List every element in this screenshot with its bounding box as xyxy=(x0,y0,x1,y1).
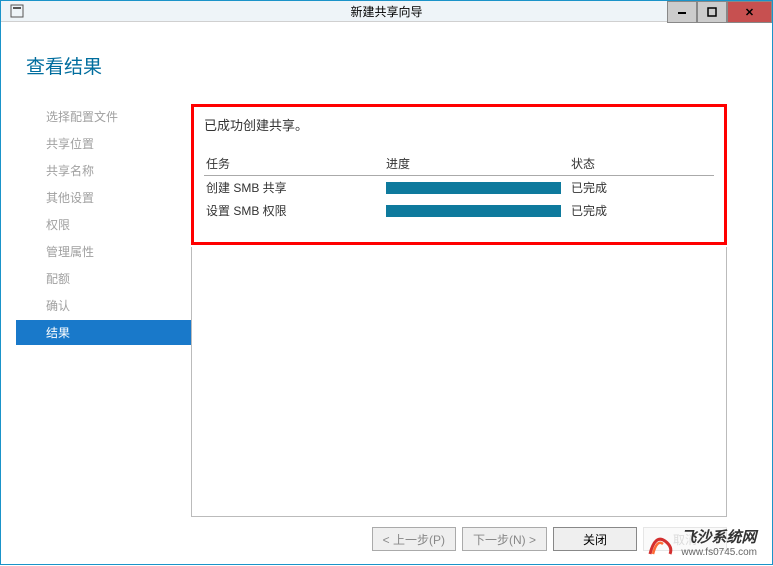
progress-bar xyxy=(386,182,561,194)
sidebar-item-profile: 选择配置文件 xyxy=(36,104,191,129)
table-row: 创建 SMB 共享 已完成 xyxy=(204,176,714,200)
result-box-border xyxy=(191,247,727,517)
progress-cell xyxy=(384,199,569,222)
table-header: 任务 进度 状态 xyxy=(204,152,714,176)
content: 查看结果 选择配置文件 共享位置 共享名称 其他设置 权限 管理属性 配额 确认… xyxy=(1,22,772,566)
maximize-button[interactable] xyxy=(697,1,727,23)
wizard-window: 新建共享向导 ✕ 查看结果 选择配置文件 共享位置 共享名称 其他设置 权限 管… xyxy=(0,0,773,565)
success-message: 已成功创建共享。 xyxy=(204,115,714,134)
result-table: 任务 进度 状态 创建 SMB 共享 已完成 设置 SMB 权限 已 xyxy=(204,152,714,222)
titlebar: 新建共享向导 ✕ xyxy=(1,1,772,22)
sidebar-item-location: 共享位置 xyxy=(36,131,191,156)
watermark: 飞沙系统网 www.fs0745.com xyxy=(641,527,761,561)
close-button[interactable]: ✕ xyxy=(727,1,772,23)
page-title: 查看结果 xyxy=(26,52,757,79)
next-button: 下一步(N) > xyxy=(462,527,547,551)
status-cell: 已完成 xyxy=(569,199,714,222)
sidebar-item-mgmt: 管理属性 xyxy=(36,239,191,264)
app-icon xyxy=(7,1,27,21)
window-controls: ✕ xyxy=(667,1,772,23)
prev-button: < 上一步(P) xyxy=(372,527,456,551)
status-cell: 已完成 xyxy=(569,176,714,200)
progress-cell xyxy=(384,176,569,200)
sidebar-item-quota: 配额 xyxy=(36,266,191,291)
sidebar-item-other: 其他设置 xyxy=(36,185,191,210)
minimize-button[interactable] xyxy=(667,1,697,23)
table-row: 设置 SMB 权限 已完成 xyxy=(204,199,714,222)
task-cell: 设置 SMB 权限 xyxy=(204,199,384,222)
task-cell: 创建 SMB 共享 xyxy=(204,176,384,200)
sidebar-item-confirm: 确认 xyxy=(36,293,191,318)
col-progress-header: 进度 xyxy=(384,152,569,176)
watermark-text: 飞沙系统网 www.fs0745.com xyxy=(681,530,757,558)
sidebar-item-permissions: 权限 xyxy=(36,212,191,237)
col-task-header: 任务 xyxy=(204,152,384,176)
sidebar-item-name: 共享名称 xyxy=(36,158,191,183)
highlight-box: 已成功创建共享。 任务 进度 状态 创建 SMB 共享 已完成 xyxy=(191,104,727,245)
sidebar: 选择配置文件 共享位置 共享名称 其他设置 权限 管理属性 配额 确认 结果 xyxy=(16,104,191,517)
close-wizard-button[interactable]: 关闭 xyxy=(553,527,637,551)
main-panel: 已成功创建共享。 任务 进度 状态 创建 SMB 共享 已完成 xyxy=(191,104,757,517)
watermark-url: www.fs0745.com xyxy=(681,547,757,558)
body: 选择配置文件 共享位置 共享名称 其他设置 权限 管理属性 配额 确认 结果 已… xyxy=(16,104,757,517)
col-status-header: 状态 xyxy=(569,152,714,176)
watermark-title: 飞沙系统网 xyxy=(681,530,757,547)
watermark-logo-icon xyxy=(645,529,675,559)
window-title: 新建共享向导 xyxy=(350,3,422,20)
progress-bar xyxy=(386,205,561,217)
sidebar-item-results[interactable]: 结果 xyxy=(16,320,191,345)
